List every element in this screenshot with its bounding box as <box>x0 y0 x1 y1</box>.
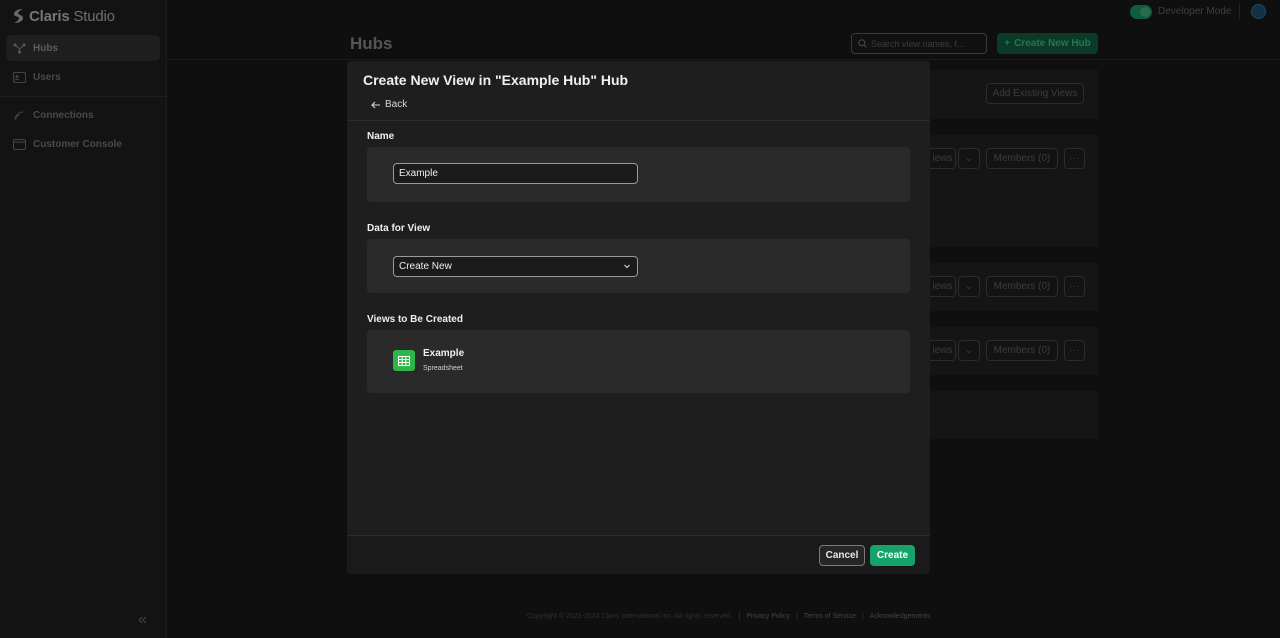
page-title: Hubs <box>350 34 393 53</box>
create-new-hub-label: Create New Hub <box>1014 38 1091 49</box>
name-section <box>367 147 910 202</box>
create-button[interactable]: Create <box>870 545 915 566</box>
back-label: Back <box>385 99 408 110</box>
hub-card-background: Add Existing Views <box>930 70 1098 119</box>
console-icon <box>13 138 26 150</box>
developer-mode-label: Developer Mode <box>1158 6 1232 17</box>
more-options-icon[interactable]: ··· <box>1064 340 1085 361</box>
footer: Copyright © 2022-2024 Claris Internation… <box>527 613 930 620</box>
back-button[interactable]: Back <box>371 99 407 110</box>
members-button[interactable]: Members (0) <box>986 148 1058 169</box>
footer-separator: | <box>738 613 741 620</box>
connections-icon <box>14 111 24 120</box>
claris-logo-icon <box>14 9 23 23</box>
footer-separator: | <box>861 613 864 620</box>
hubs-icon <box>13 42 26 54</box>
sidebar-item-hubs[interactable]: Hubs <box>6 35 160 61</box>
views-button[interactable]: iews <box>930 340 956 361</box>
data-source-select[interactable]: Create New <box>393 256 638 277</box>
spreadsheet-icon <box>393 350 415 371</box>
users-icon <box>13 71 26 83</box>
privacy-policy-link[interactable]: Privacy Policy <box>746 613 790 620</box>
developer-mode-toggle[interactable] <box>1130 5 1152 19</box>
sidebar: Claris Studio Hubs Users Connections Cus… <box>0 0 167 638</box>
hub-card-background: iews ⌄ Members (0) ··· <box>930 263 1098 311</box>
create-view-modal: Create New View in "Example Hub" Hub Bac… <box>347 61 930 574</box>
footer-separator: | <box>795 613 798 620</box>
search-placeholder: Search view names, f... <box>871 38 965 49</box>
sidebar-item-customer-console[interactable]: Customer Console <box>6 131 160 157</box>
terms-of-service-link[interactable]: Terms of Service <box>804 613 856 620</box>
sidebar-item-label: Hubs <box>33 42 58 54</box>
more-options-icon[interactable]: ··· <box>1064 148 1085 169</box>
plus-icon: + <box>1004 38 1011 49</box>
hub-card-background: iews ⌄ Members (0) ··· <box>930 135 1098 247</box>
avatar[interactable] <box>1251 4 1266 19</box>
cancel-button[interactable]: Cancel <box>819 545 865 566</box>
arrow-left-icon <box>371 101 380 108</box>
more-options-icon[interactable]: ··· <box>1064 276 1085 297</box>
sidebar-item-users[interactable]: Users <box>6 64 160 90</box>
modal-header-divider <box>347 120 930 121</box>
view-item-type: Spreadsheet <box>423 365 463 372</box>
data-source-selected: Create New <box>399 261 452 272</box>
views-button[interactable]: iews <box>930 276 956 297</box>
chevron-down-icon <box>624 264 630 269</box>
members-button[interactable]: Members (0) <box>986 340 1058 361</box>
hub-card-background: iews ⌄ Members (0) ··· <box>930 327 1098 375</box>
collapse-sidebar-icon[interactable]: « <box>138 612 154 628</box>
modal-footer: Cancel Create <box>347 536 930 574</box>
search-icon <box>858 39 867 48</box>
search-input[interactable]: Search view names, f... <box>851 33 987 54</box>
create-new-hub-button[interactable]: + Create New Hub <box>997 33 1098 54</box>
views-button[interactable]: iews <box>930 148 956 169</box>
views-to-be-created-label: Views to Be Created <box>367 314 463 325</box>
views-dropdown-chevron-icon[interactable]: ⌄ <box>958 148 980 169</box>
sidebar-item-label: Connections <box>33 109 94 121</box>
members-button[interactable]: Members (0) <box>986 276 1058 297</box>
views-to-be-created-section: Example Spreadsheet <box>367 330 910 393</box>
hub-card-background <box>930 391 1098 439</box>
sidebar-item-connections[interactable]: Connections <box>6 102 160 128</box>
modal-title: Create New View in "Example Hub" Hub <box>363 72 629 88</box>
views-dropdown-chevron-icon[interactable]: ⌄ <box>958 340 980 361</box>
views-dropdown-chevron-icon[interactable]: ⌄ <box>958 276 980 297</box>
claris-logo[interactable]: Claris Studio <box>13 6 115 26</box>
topbar-divider <box>1239 3 1240 20</box>
topbar-border <box>167 59 1280 60</box>
sidebar-item-label: Users <box>33 71 61 83</box>
add-existing-views-button[interactable]: Add Existing Views <box>986 83 1084 104</box>
name-section-label: Name <box>367 131 395 142</box>
view-name-input[interactable] <box>393 163 638 184</box>
acknowledgements-link[interactable]: Acknowledgements <box>870 613 931 620</box>
sidebar-divider <box>0 96 167 97</box>
copyright-text: Copyright © 2022-2024 Claris Internation… <box>527 613 733 620</box>
view-item-name: Example <box>423 348 465 359</box>
data-for-view-label: Data for View <box>367 223 431 234</box>
sidebar-item-label: Customer Console <box>33 138 122 150</box>
logo-text: Claris Studio <box>29 7 115 25</box>
data-for-view-section: Create New <box>367 239 910 293</box>
